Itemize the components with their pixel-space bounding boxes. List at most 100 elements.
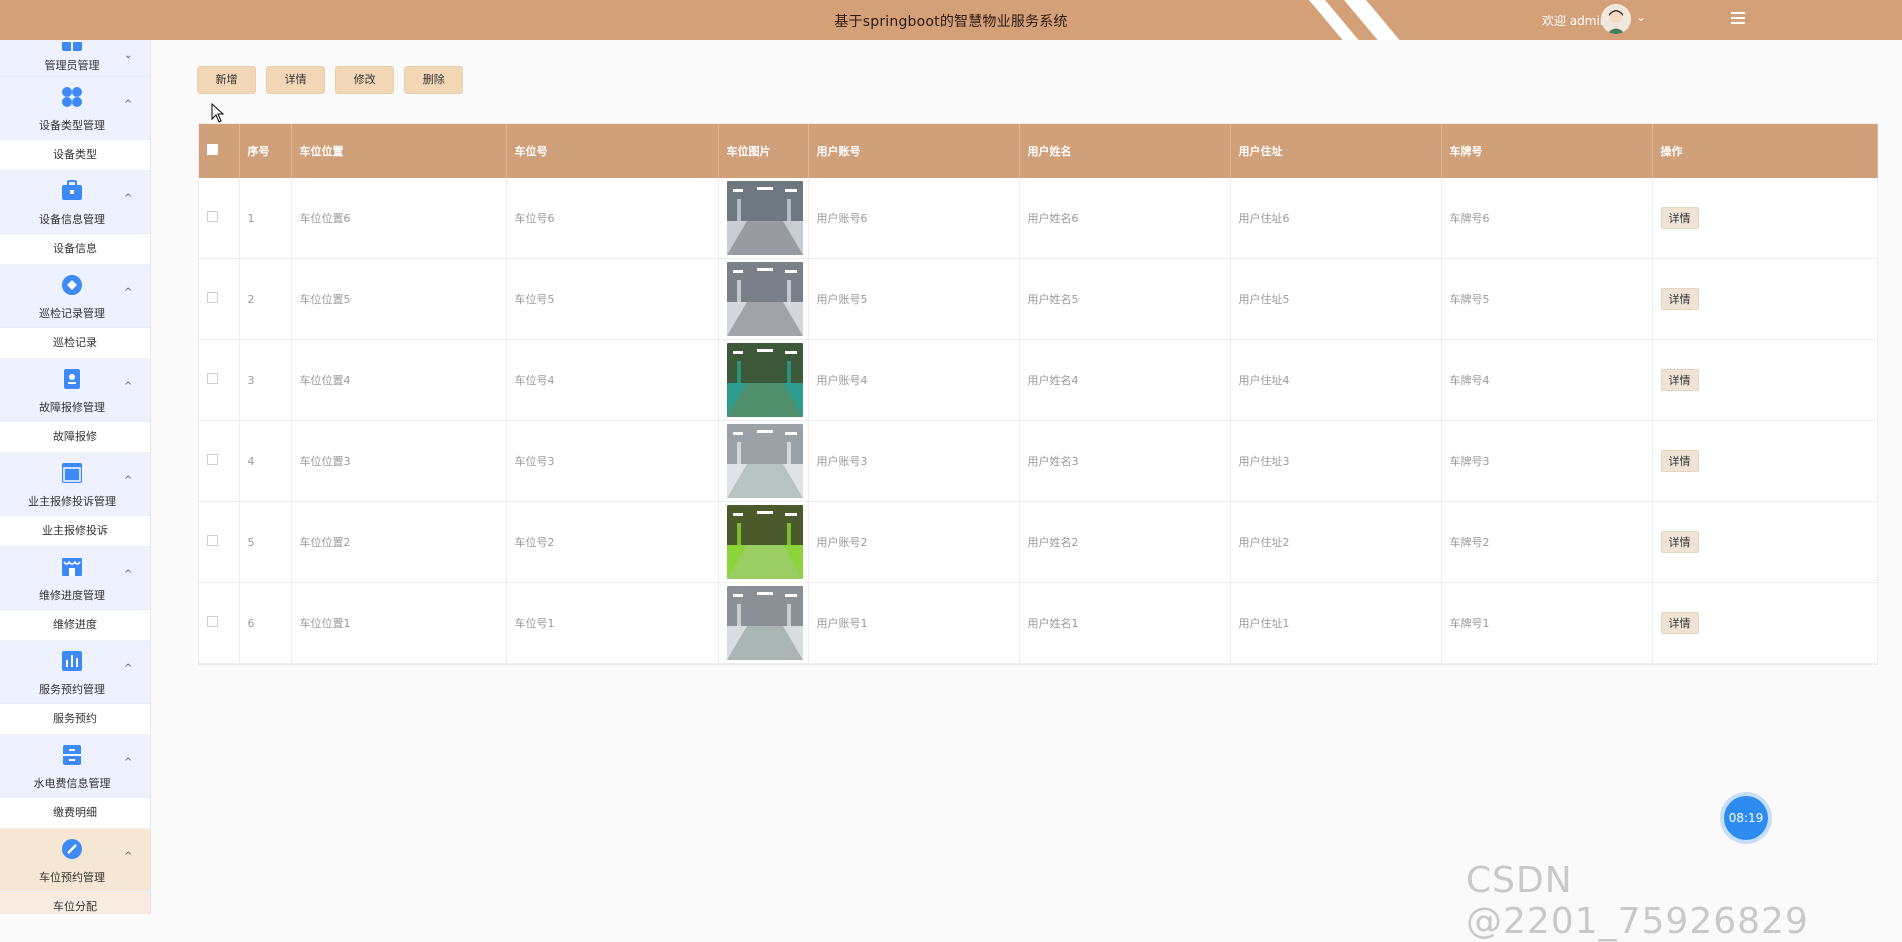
row-detail-button[interactable]: 详情 — [1660, 369, 1699, 391]
sidebar-item-parking-assign[interactable]: 车位分配 — [0, 892, 150, 914]
chevron-up-icon: ^ — [124, 287, 133, 298]
sidebar-group-parking-booking[interactable]: 车位预约管理 ^ — [0, 829, 150, 892]
row-select-cell[interactable] — [199, 339, 240, 421]
row-checkbox[interactable] — [207, 454, 218, 465]
cell-actions: 详情 — [1652, 501, 1878, 583]
cell-actions: 详情 — [1652, 178, 1878, 259]
sidebar-group-utilities[interactable]: 水电费信息管理 ^ — [0, 735, 150, 798]
parking-table: 序号 车位位置 车位号 车位图片 用户账号 用户姓名 用户住址 车牌号 操作 1… — [198, 123, 1878, 665]
select-all-cell[interactable] — [199, 124, 240, 178]
row-detail-button[interactable]: 详情 — [1660, 207, 1699, 229]
chevron-down-icon[interactable]: ⌄ — [1636, 10, 1646, 24]
cell-image — [718, 501, 809, 583]
row-checkbox[interactable] — [207, 211, 218, 222]
apps-icon — [61, 86, 83, 108]
cell-location: 车位位置1 — [291, 582, 507, 664]
table-row[interactable]: 3 车位位置4 车位号4 用户账号4 用户姓名4 用户住址4 车牌号4 详情 — [199, 339, 1878, 421]
sidebar-group-service-booking[interactable]: 服务预约管理 ^ — [0, 641, 150, 704]
cell-plate: 车牌号6 — [1441, 178, 1653, 259]
sidebar-group-device-type[interactable]: 设备类型管理 ^ — [0, 77, 150, 140]
cabinet-icon — [61, 744, 83, 766]
cell-no: 2 — [239, 258, 292, 340]
chevron-up-icon: ^ — [124, 851, 133, 862]
row-detail-button[interactable]: 详情 — [1660, 612, 1699, 634]
sidebar-item-complaints[interactable]: 业主报修投诉 — [0, 516, 150, 547]
chevron-up-icon: ^ — [124, 569, 133, 580]
grid-icon — [61, 40, 83, 52]
row-select-cell[interactable] — [199, 420, 240, 502]
sidebar-group-complaints[interactable]: 业主报修投诉管理 ^ — [0, 453, 150, 516]
table-row[interactable]: 6 车位位置1 车位号1 用户账号1 用户姓名1 用户住址1 车牌号1 详情 — [199, 582, 1878, 664]
cell-name: 用户姓名6 — [1019, 178, 1231, 259]
chevron-up-icon: ^ — [124, 757, 133, 768]
store-icon — [61, 556, 83, 578]
row-detail-button[interactable]: 详情 — [1660, 450, 1699, 472]
sidebar-group-label: 维修进度管理 — [39, 589, 105, 602]
column-header: 车位号 — [506, 124, 719, 178]
chevron-up-icon: ^ — [124, 193, 133, 204]
sidebar-group-inspection[interactable]: 巡检记录管理 ^ — [0, 265, 150, 328]
row-checkbox[interactable] — [207, 373, 218, 384]
sidebar-group-fault-repair[interactable]: 故障报修管理 ^ — [0, 359, 150, 422]
sidebar-item-device-type[interactable]: 设备类型 — [0, 140, 150, 171]
table-header-row: 序号 车位位置 车位号 车位图片 用户账号 用户姓名 用户住址 车牌号 操作 — [199, 124, 1878, 178]
cell-image — [718, 339, 809, 421]
cell-no: 5 — [239, 501, 292, 583]
row-checkbox[interactable] — [207, 616, 218, 627]
select-all-checkbox[interactable] — [207, 144, 218, 155]
cell-address: 用户住址6 — [1230, 178, 1442, 259]
column-header: 用户住址 — [1230, 124, 1442, 178]
cell-account: 用户账号4 — [808, 339, 1020, 421]
sidebar-group-device-info[interactable]: 设备信息管理 ^ — [0, 171, 150, 234]
sidebar-group-repair-progress[interactable]: 维修进度管理 ^ — [0, 547, 150, 610]
row-detail-button[interactable]: 详情 — [1660, 288, 1699, 310]
row-checkbox[interactable] — [207, 535, 218, 546]
cell-image — [718, 258, 809, 340]
gauge-icon — [61, 838, 83, 860]
edit-button[interactable]: 修改 — [335, 66, 395, 94]
hamburger-menu-icon[interactable] — [1730, 10, 1746, 26]
row-select-cell[interactable] — [199, 582, 240, 664]
sidebar-item-device-info[interactable]: 设备信息 — [0, 234, 150, 265]
row-select-cell[interactable] — [199, 501, 240, 583]
table-row[interactable]: 4 车位位置3 车位号3 用户账号3 用户姓名3 用户住址3 车牌号3 详情 — [199, 420, 1878, 502]
briefcase-icon — [61, 180, 83, 202]
cell-plate: 车牌号2 — [1441, 501, 1653, 583]
column-header: 车牌号 — [1441, 124, 1653, 178]
row-select-cell[interactable] — [199, 178, 240, 259]
parking-garage-photo — [726, 343, 803, 417]
cell-location: 车位位置6 — [291, 178, 507, 259]
cell-address: 用户住址1 — [1230, 582, 1442, 664]
row-select-cell[interactable] — [199, 258, 240, 340]
sidebar-item-fault-repair[interactable]: 故障报修 — [0, 422, 150, 453]
watermark: CSDN @2201_75926829 — [1466, 860, 1809, 942]
row-detail-button[interactable]: 详情 — [1660, 531, 1699, 553]
chevron-down-icon: ⌄ — [124, 50, 133, 61]
delete-button[interactable]: 删除 — [404, 66, 464, 94]
cell-no: 1 — [239, 178, 292, 259]
cell-image — [718, 420, 809, 502]
cell-plate: 车牌号5 — [1441, 258, 1653, 340]
parking-garage-photo — [726, 262, 803, 336]
sidebar-item-service-booking[interactable]: 服务预约 — [0, 704, 150, 735]
sidebar-item-repair-progress[interactable]: 维修进度 — [0, 610, 150, 641]
cell-name: 用户姓名4 — [1019, 339, 1231, 421]
add-button[interactable]: 新增 — [197, 66, 256, 94]
sidebar-item-inspection[interactable]: 巡检记录 — [0, 328, 150, 359]
column-header: 操作 — [1652, 124, 1878, 178]
table-row[interactable]: 5 车位位置2 车位号2 用户账号2 用户姓名2 用户住址2 车牌号2 详情 — [199, 501, 1878, 583]
sidebar-group-admin[interactable]: 管理员管理 ⌄ — [0, 40, 150, 77]
sidebar-group-label: 故障报修管理 — [39, 401, 105, 414]
cell-plate: 车牌号3 — [1441, 420, 1653, 502]
detail-button[interactable]: 详情 — [266, 66, 326, 94]
avatar[interactable] — [1601, 4, 1631, 34]
cell-account: 用户账号2 — [808, 501, 1020, 583]
row-checkbox[interactable] — [207, 292, 218, 303]
parking-garage-photo — [726, 181, 803, 255]
column-header: 车位图片 — [718, 124, 809, 178]
sidebar-item-utilities[interactable]: 缴费明细 — [0, 798, 150, 829]
window-icon — [61, 462, 83, 484]
table-row[interactable]: 1 车位位置6 车位号6 用户账号6 用户姓名6 用户住址6 车牌号6 详情 — [199, 178, 1878, 259]
floating-clock[interactable]: 08:19 — [1724, 796, 1768, 840]
table-row[interactable]: 2 车位位置5 车位号5 用户账号5 用户姓名5 用户住址5 车牌号5 详情 — [199, 258, 1878, 340]
